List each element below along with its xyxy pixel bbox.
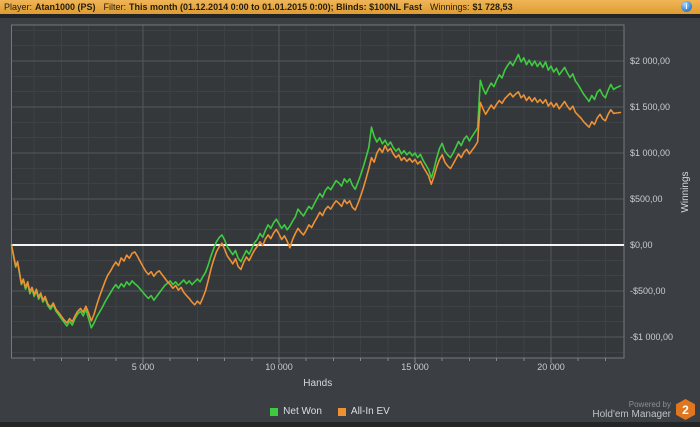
winnings-value: $1 728,53	[472, 2, 513, 12]
legend-label: All-In EV	[350, 406, 390, 417]
winnings-chart: $2 000,00 $1 500,00 $1 000,00 $500,00 $0,00 -…	[10, 24, 691, 389]
hem2-badge-icon: 2	[676, 399, 695, 420]
x-tick-label: 5 000	[132, 362, 155, 372]
y-tick-label: -$1 000,00	[630, 332, 673, 342]
x-tick-label: 15 000	[401, 362, 429, 372]
plot-area	[11, 25, 624, 358]
x-tick-label: 20 000	[537, 362, 565, 372]
player-label: Player:	[4, 2, 33, 12]
winnings-label: Winnings:	[430, 2, 470, 12]
filter-value: This month (01.12.2014 0:00 to 01.01.201…	[129, 2, 423, 12]
legend-swatch-icon	[337, 407, 346, 416]
chart-legend: Net Won All-In EV	[0, 406, 660, 417]
powered-by-text: Powered by	[628, 399, 671, 409]
info-icon[interactable]: i	[681, 1, 692, 12]
x-tick-label: 10 000	[265, 362, 293, 372]
legend-item-net-won: Net Won	[270, 406, 322, 417]
y-axis-title: Winnings	[680, 171, 691, 212]
y-tick-label: -$500,00	[630, 286, 666, 296]
filter-label: Filter:	[103, 2, 127, 12]
bottom-divider	[0, 422, 700, 427]
y-tick-label: $2 000,00	[630, 56, 670, 66]
y-tick-label: $1 500,00	[630, 102, 670, 112]
player-value: Atan1000 (PS)	[35, 2, 96, 12]
summary-topbar: Player: Atan1000 (PS) Filter: This month…	[0, 0, 700, 14]
y-tick-label: $1 000,00	[630, 148, 670, 158]
legend-label: Net Won	[283, 406, 322, 417]
topbar-divider	[0, 14, 700, 18]
brand-text: Hold'em Manager	[592, 408, 671, 420]
y-tick-label: $0,00	[630, 240, 653, 250]
y-tick-label: $500,00	[630, 194, 663, 204]
legend-swatch-icon	[270, 407, 279, 416]
powered-by-footer: Powered by Hold'em Manager 2	[592, 399, 695, 420]
holdem-manager-graph-window: $2 000,00 $1 500,00 $1 000,00 $500,00 $0,00 -…	[0, 0, 700, 427]
x-axis-title: Hands	[303, 378, 332, 389]
legend-item-all-in-ev: All-In EV	[337, 406, 390, 417]
